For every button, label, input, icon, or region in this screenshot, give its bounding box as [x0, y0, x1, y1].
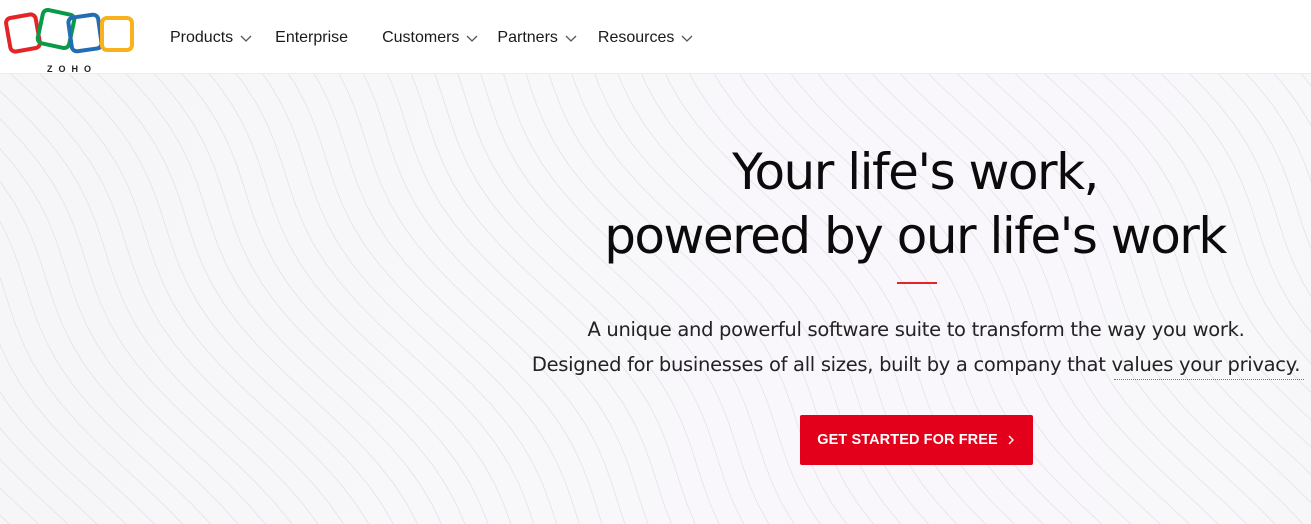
- chevron-down-icon: [565, 35, 577, 42]
- cta-label: GET STARTED FOR FREE: [817, 432, 998, 448]
- nav-item-customers[interactable]: Customers: [382, 29, 479, 47]
- wave-line: [10, 74, 345, 524]
- wave-line: [262, 74, 557, 524]
- wave-line: [0, 90, 319, 524]
- chevron-down-icon: [681, 35, 693, 42]
- nav-item-enterprise[interactable]: Enterprise: [275, 29, 348, 47]
- nav-item-label: Products: [170, 29, 234, 46]
- wave-line: [208, 74, 512, 524]
- hero-subtitle: A unique and powerful software suite to …: [518, 312, 1311, 382]
- page: ZOHO Products Enterprise Customers Partn…: [0, 0, 1311, 524]
- wave-line: [0, 390, 127, 524]
- hero-section: Your life's work, powered by our life's …: [0, 74, 1311, 524]
- nav-item-label: Customers: [382, 29, 460, 46]
- zoho-wordmark: ZOHO: [47, 64, 97, 74]
- wave-line: [125, 74, 442, 524]
- wave-line: [0, 74, 2, 524]
- nav-item-partners[interactable]: Partners: [497, 29, 577, 47]
- wave-line: [153, 74, 466, 524]
- chevron-right-icon: [1008, 435, 1014, 445]
- wave-line: [0, 220, 212, 524]
- zoho-logo[interactable]: ZOHO: [4, 7, 138, 74]
- zoho-logo-mark-icon: [4, 7, 134, 54]
- wave-line: [235, 74, 535, 524]
- nav-item-products[interactable]: Products: [170, 29, 253, 47]
- wave-line: [0, 148, 266, 524]
- accent-divider: [897, 282, 937, 284]
- wave-line: [0, 427, 98, 524]
- subtitle-line-1: A unique and powerful software suite to …: [587, 318, 1245, 341]
- privacy-link-underline[interactable]: [1114, 379, 1304, 380]
- main-nav: Products Enterprise Customers Partners R…: [170, 26, 694, 50]
- headline-line-1: Your life's work,: [732, 143, 1099, 201]
- hero-headline: Your life's work, powered by our life's …: [520, 140, 1310, 268]
- nav-item-label: Enterprise: [275, 29, 349, 46]
- chevron-down-icon: [240, 35, 252, 42]
- nav-item-label: Resources: [597, 29, 675, 46]
- get-started-button[interactable]: GET STARTED FOR FREE: [800, 415, 1033, 465]
- headline-line-2: powered by our life's work: [604, 207, 1227, 265]
- chevron-down-icon: [466, 35, 478, 42]
- wave-line: [97, 74, 419, 524]
- wave-line: [0, 118, 293, 524]
- wave-line: [68, 74, 394, 524]
- nav-item-resources[interactable]: Resources: [598, 29, 694, 47]
- subtitle-line-2: Designed for businesses of all sizes, bu…: [531, 353, 1301, 376]
- nav-item-label: Partners: [497, 29, 558, 46]
- wave-line: [181, 74, 489, 524]
- wave-line: [0, 180, 239, 524]
- top-navigation-bar: ZOHO Products Enterprise Customers Partn…: [0, 0, 1311, 74]
